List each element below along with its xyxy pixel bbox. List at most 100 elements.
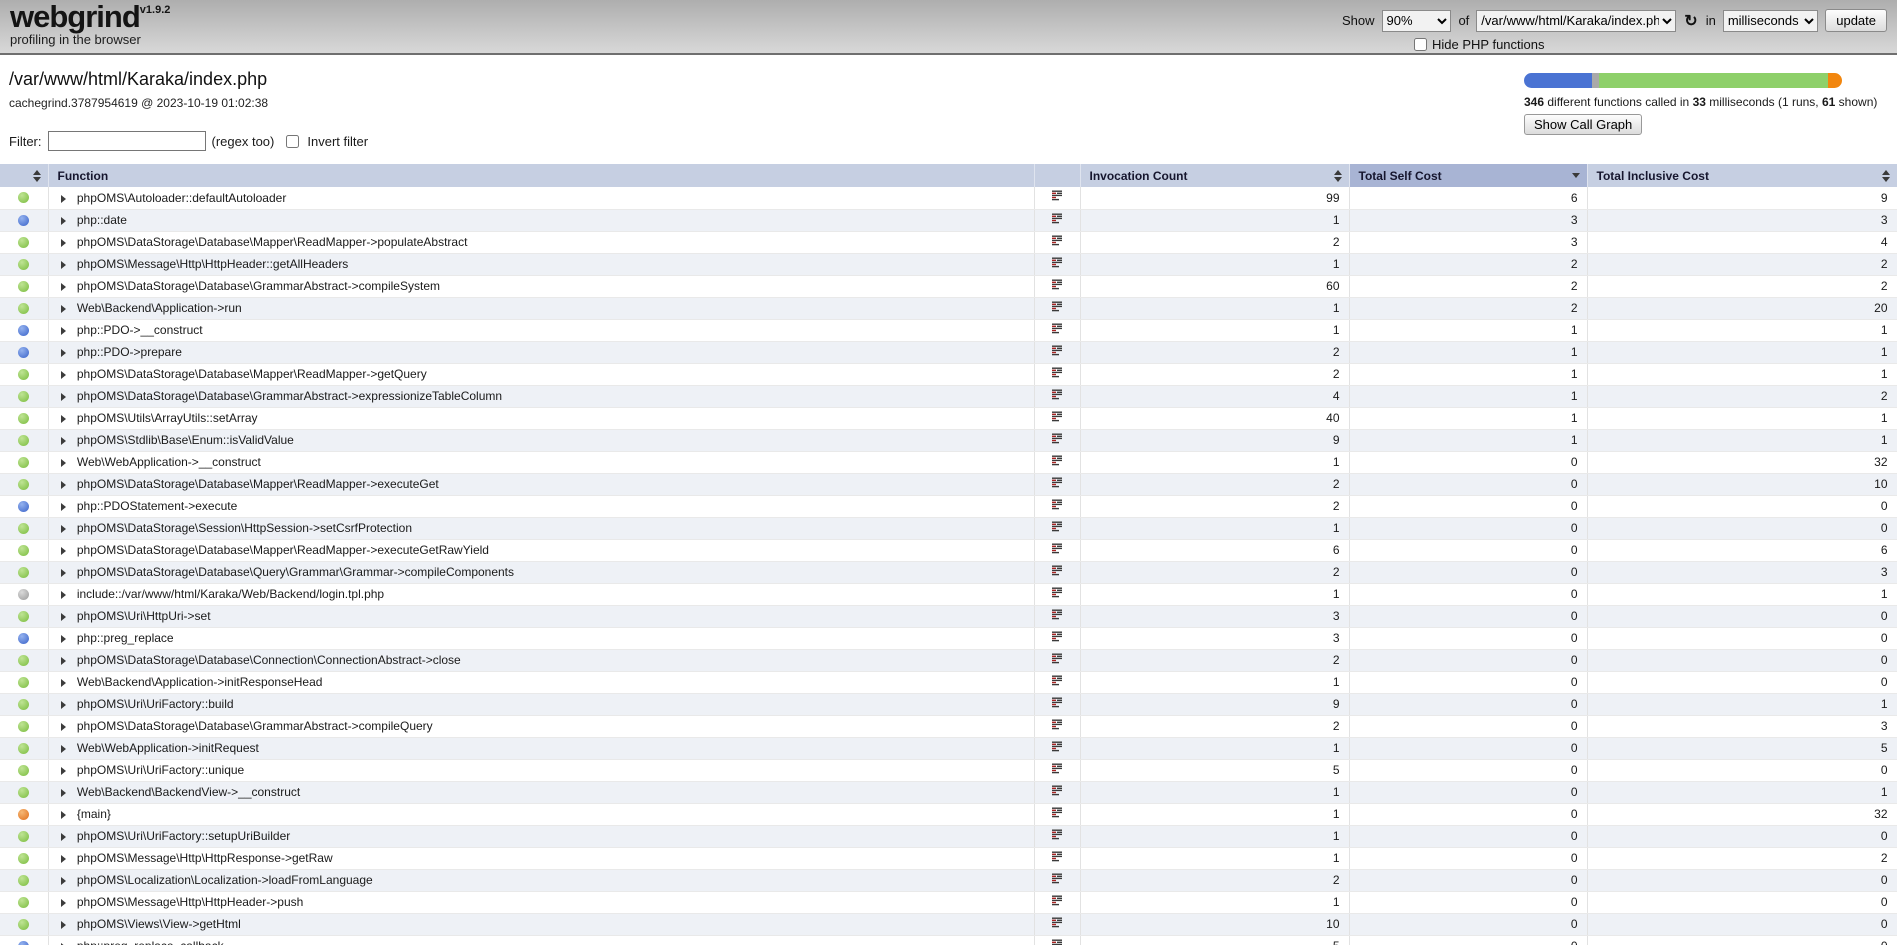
source-file-icon[interactable] bbox=[1051, 697, 1064, 709]
function-cell[interactable]: phpOMS\DataStorage\Session\HttpSession->… bbox=[48, 517, 1034, 539]
function-cell[interactable]: php::PDO->prepare bbox=[48, 341, 1034, 363]
function-cell[interactable]: Web\WebApplication->__construct bbox=[48, 451, 1034, 473]
invocation-column-header[interactable]: Invocation Count bbox=[1080, 164, 1349, 187]
expand-caret-icon[interactable] bbox=[61, 569, 66, 577]
expand-caret-icon[interactable] bbox=[61, 877, 66, 885]
sort-both-icon[interactable] bbox=[1334, 170, 1342, 182]
function-cell[interactable]: phpOMS\Localization\Localization->loadFr… bbox=[48, 869, 1034, 891]
source-file-icon[interactable] bbox=[1051, 653, 1064, 665]
expand-caret-icon[interactable] bbox=[61, 305, 66, 313]
expand-caret-icon[interactable] bbox=[61, 789, 66, 797]
unit-select[interactable]: milliseconds bbox=[1723, 10, 1818, 32]
expand-caret-icon[interactable] bbox=[61, 745, 66, 753]
function-cell[interactable]: php::preg_replace bbox=[48, 627, 1034, 649]
function-cell[interactable]: phpOMS\DataStorage\Database\Mapper\ReadM… bbox=[48, 363, 1034, 385]
expand-caret-icon[interactable] bbox=[61, 833, 66, 841]
source-cell[interactable] bbox=[1034, 539, 1080, 561]
function-cell[interactable]: php::PDO->__construct bbox=[48, 319, 1034, 341]
expand-caret-icon[interactable] bbox=[61, 349, 66, 357]
source-file-icon[interactable] bbox=[1051, 543, 1064, 555]
show-call-graph-button[interactable]: Show Call Graph bbox=[1524, 114, 1642, 135]
expand-caret-icon[interactable] bbox=[61, 591, 66, 599]
source-file-icon[interactable] bbox=[1051, 675, 1064, 687]
source-file-icon[interactable] bbox=[1051, 873, 1064, 885]
expand-caret-icon[interactable] bbox=[61, 393, 66, 401]
source-file-icon[interactable] bbox=[1051, 323, 1064, 335]
function-cell[interactable]: php::PDOStatement->execute bbox=[48, 495, 1034, 517]
source-file-icon[interactable] bbox=[1051, 433, 1064, 445]
source-file-icon[interactable] bbox=[1051, 279, 1064, 291]
function-cell[interactable]: phpOMS\Uri\UriFactory::setupUriBuilder bbox=[48, 825, 1034, 847]
function-cell[interactable]: phpOMS\Uri\UriFactory::unique bbox=[48, 759, 1034, 781]
function-cell[interactable]: phpOMS\DataStorage\Database\Mapper\ReadM… bbox=[48, 231, 1034, 253]
source-cell[interactable] bbox=[1034, 341, 1080, 363]
source-file-icon[interactable] bbox=[1051, 609, 1064, 621]
source-file-icon[interactable] bbox=[1051, 565, 1064, 577]
source-cell[interactable] bbox=[1034, 297, 1080, 319]
function-cell[interactable]: {main} bbox=[48, 803, 1034, 825]
source-cell[interactable] bbox=[1034, 451, 1080, 473]
expand-caret-icon[interactable] bbox=[61, 679, 66, 687]
source-cell[interactable] bbox=[1034, 781, 1080, 803]
source-file-icon[interactable] bbox=[1051, 851, 1064, 863]
source-file-icon[interactable] bbox=[1051, 257, 1064, 269]
source-file-icon[interactable] bbox=[1051, 499, 1064, 511]
function-cell[interactable]: phpOMS\Message\Http\HttpHeader->push bbox=[48, 891, 1034, 913]
expand-caret-icon[interactable] bbox=[61, 701, 66, 709]
function-cell[interactable]: phpOMS\DataStorage\Database\Query\Gramma… bbox=[48, 561, 1034, 583]
function-cell[interactable]: phpOMS\DataStorage\Database\Mapper\ReadM… bbox=[48, 473, 1034, 495]
source-cell[interactable] bbox=[1034, 737, 1080, 759]
expand-caret-icon[interactable] bbox=[61, 371, 66, 379]
source-file-icon[interactable] bbox=[1051, 301, 1064, 313]
source-cell[interactable] bbox=[1034, 649, 1080, 671]
source-file-icon[interactable] bbox=[1051, 235, 1064, 247]
source-cell[interactable] bbox=[1034, 363, 1080, 385]
sort-both-icon[interactable] bbox=[33, 170, 41, 182]
source-file-icon[interactable] bbox=[1051, 411, 1064, 423]
function-cell[interactable]: include::/var/www/html/Karaka/Web/Backen… bbox=[48, 583, 1034, 605]
sort-desc-icon[interactable] bbox=[1572, 173, 1580, 178]
source-file-icon[interactable] bbox=[1051, 367, 1064, 379]
sort-both-icon[interactable] bbox=[1882, 170, 1890, 182]
expand-caret-icon[interactable] bbox=[61, 613, 66, 621]
source-cell[interactable] bbox=[1034, 693, 1080, 715]
expand-caret-icon[interactable] bbox=[61, 723, 66, 731]
source-file-icon[interactable] bbox=[1051, 631, 1064, 643]
function-cell[interactable]: phpOMS\Uri\HttpUri->set bbox=[48, 605, 1034, 627]
function-cell[interactable]: Web\Backend\BackendView->__construct bbox=[48, 781, 1034, 803]
filter-input[interactable] bbox=[48, 131, 206, 151]
source-file-icon[interactable] bbox=[1051, 345, 1064, 357]
update-button[interactable]: update bbox=[1825, 9, 1887, 32]
source-file-icon[interactable] bbox=[1051, 763, 1064, 775]
source-cell[interactable] bbox=[1034, 561, 1080, 583]
source-cell[interactable] bbox=[1034, 583, 1080, 605]
function-cell[interactable]: phpOMS\Utils\ArrayUtils::setArray bbox=[48, 407, 1034, 429]
source-cell[interactable] bbox=[1034, 605, 1080, 627]
source-cell[interactable] bbox=[1034, 627, 1080, 649]
function-cell[interactable]: Web\Backend\Application->run bbox=[48, 297, 1034, 319]
expand-caret-icon[interactable] bbox=[61, 437, 66, 445]
inclusive-cost-column-header[interactable]: Total Inclusive Cost bbox=[1587, 164, 1897, 187]
source-file-icon[interactable] bbox=[1051, 807, 1064, 819]
source-file-icon[interactable] bbox=[1051, 895, 1064, 907]
expand-caret-icon[interactable] bbox=[61, 217, 66, 225]
source-cell[interactable] bbox=[1034, 869, 1080, 891]
source-file-icon[interactable] bbox=[1051, 389, 1064, 401]
expand-caret-icon[interactable] bbox=[61, 855, 66, 863]
expand-caret-icon[interactable] bbox=[61, 239, 66, 247]
source-cell[interactable] bbox=[1034, 803, 1080, 825]
expand-caret-icon[interactable] bbox=[61, 525, 66, 533]
source-cell[interactable] bbox=[1034, 715, 1080, 737]
refresh-icon[interactable]: ↻ bbox=[1683, 11, 1698, 31]
source-file-icon[interactable] bbox=[1051, 917, 1064, 929]
source-cell[interactable] bbox=[1034, 473, 1080, 495]
source-file-icon[interactable] bbox=[1051, 719, 1064, 731]
source-file-icon[interactable] bbox=[1051, 521, 1064, 533]
source-cell[interactable] bbox=[1034, 825, 1080, 847]
expand-caret-icon[interactable] bbox=[61, 657, 66, 665]
expand-caret-icon[interactable] bbox=[61, 503, 66, 511]
source-cell[interactable] bbox=[1034, 275, 1080, 297]
color-column-header[interactable] bbox=[0, 164, 48, 187]
function-cell[interactable]: phpOMS\Views\View->getHtml bbox=[48, 913, 1034, 935]
source-cell[interactable] bbox=[1034, 319, 1080, 341]
